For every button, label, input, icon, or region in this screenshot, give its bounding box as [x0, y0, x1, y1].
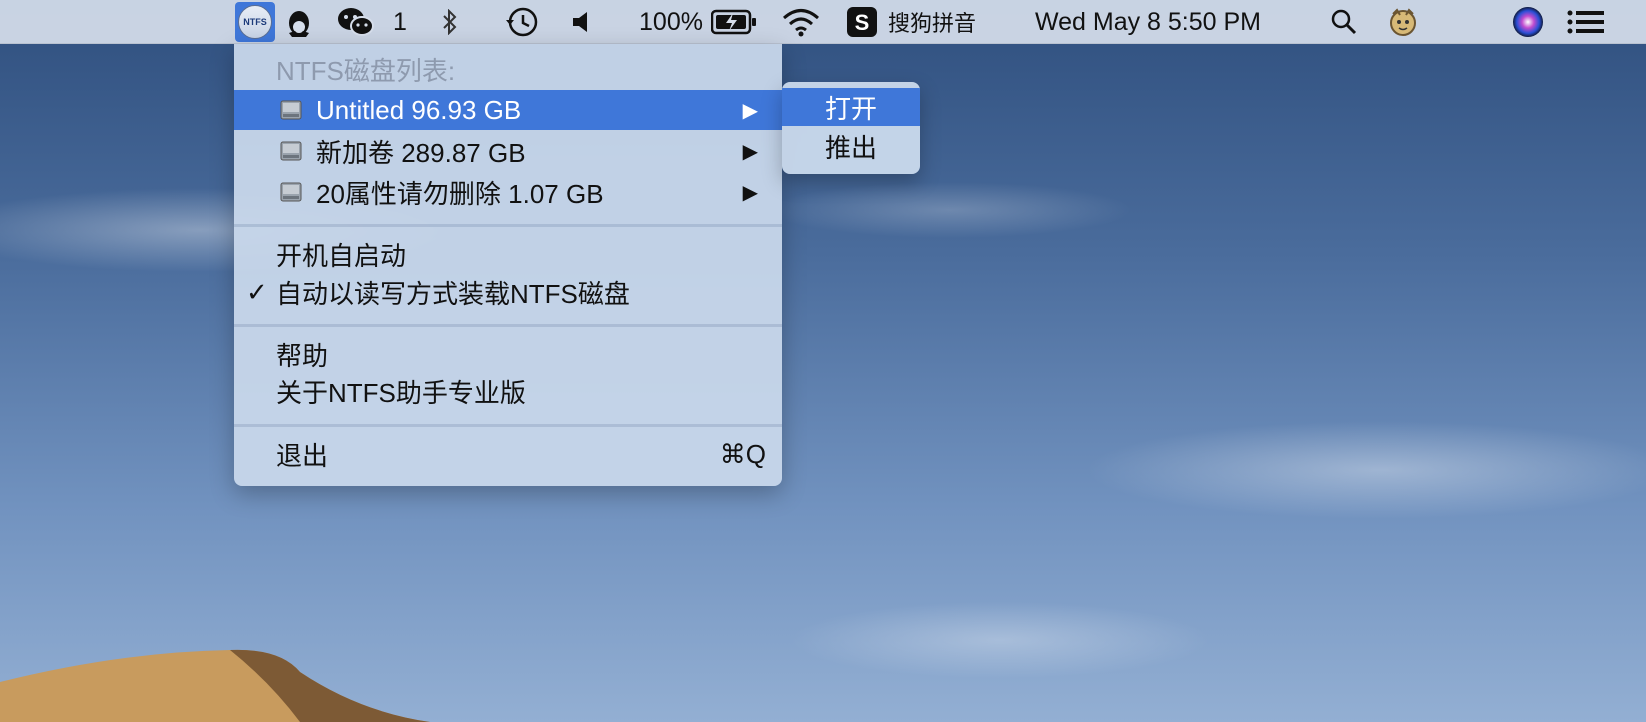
checkmark-icon: ✓: [246, 276, 268, 307]
hard-disk-icon: [280, 182, 302, 202]
spotlight-search-icon[interactable]: [1328, 0, 1360, 44]
sogou-icon[interactable]: S: [846, 0, 878, 44]
avatar-icon[interactable]: [1386, 0, 1420, 44]
sand-dune-image: [0, 649, 430, 722]
disk-label: 新加卷 289.87 GB: [316, 137, 526, 168]
help-label: 帮助: [276, 340, 329, 371]
notification-center-icon[interactable]: [1566, 0, 1606, 44]
disk-label: 20属性请勿删除 1.07 GB: [316, 178, 604, 209]
svg-text:S: S: [855, 10, 870, 35]
help-item[interactable]: 帮助: [234, 334, 782, 374]
ntfs-logo-text: NTFS: [243, 17, 267, 27]
qq-penguin-icon[interactable]: [284, 0, 314, 44]
auto-mount-item[interactable]: ✓ 自动以读写方式装载NTFS磁盘: [234, 272, 782, 312]
time-machine-icon[interactable]: [502, 0, 542, 44]
auto-mount-label: 自动以读写方式装载NTFS磁盘: [276, 278, 630, 309]
ntfs-app-menu-button[interactable]: NTFS: [235, 2, 275, 42]
ntfs-dropdown-menu: NTFS磁盘列表: Untitled 96.93 GB ▶ 新加卷 289.87…: [234, 44, 782, 486]
disk-label: Untitled 96.93 GB: [316, 94, 522, 125]
disk-item-untitled[interactable]: Untitled 96.93 GB ▶: [234, 90, 782, 130]
menu-header-label: NTFS磁盘列表:: [276, 55, 456, 86]
menu-separator: [234, 424, 782, 427]
disk-submenu: 打开 推出: [782, 82, 920, 174]
quit-shortcut: ⌘Q: [719, 438, 766, 469]
bluetooth-icon[interactable]: [436, 0, 464, 44]
wechat-icon[interactable]: [336, 0, 376, 44]
quit-item[interactable]: 退出 ⌘Q: [234, 434, 782, 474]
open-disk-item[interactable]: 打开: [782, 88, 920, 126]
wechat-badge-count: 1: [393, 7, 407, 36]
submenu-arrow-icon: ▶: [742, 140, 758, 163]
battery-percent: 100%: [639, 7, 703, 36]
about-label: 关于NTFS助手专业版: [276, 377, 526, 408]
menu-separator: [234, 324, 782, 327]
hard-disk-icon: [280, 100, 302, 120]
about-item[interactable]: 关于NTFS助手专业版: [234, 371, 782, 411]
quit-label: 退出: [276, 440, 329, 471]
disk-item-20-attr[interactable]: 20属性请勿删除 1.07 GB ▶: [234, 172, 782, 212]
menu-header: NTFS磁盘列表:: [234, 49, 782, 89]
eject-disk-item[interactable]: 推出: [782, 127, 920, 165]
disk-item-xinjiajuan[interactable]: 新加卷 289.87 GB ▶: [234, 131, 782, 171]
menubar-clock[interactable]: Wed May 8 5:50 PM: [1012, 0, 1284, 44]
volume-icon[interactable]: [568, 0, 594, 44]
launch-at-login-item[interactable]: 开机自启动: [234, 234, 782, 274]
siri-icon[interactable]: [1510, 0, 1546, 44]
battery-charging-icon[interactable]: [710, 0, 758, 44]
launch-at-login-label: 开机自启动: [276, 240, 407, 271]
menu-separator: [234, 224, 782, 227]
submenu-arrow-icon: ▶: [742, 99, 758, 122]
hard-disk-icon: [280, 141, 302, 161]
ntfs-app-icon: NTFS: [238, 5, 272, 39]
submenu-arrow-icon: ▶: [742, 181, 758, 204]
input-method-label[interactable]: 搜狗拼音: [886, 0, 978, 44]
eject-disk-label: 推出: [824, 132, 877, 163]
open-disk-label: 打开: [824, 93, 877, 124]
wifi-icon[interactable]: [780, 0, 822, 44]
menu-bar: NTFS 1 100% S 搜狗拼音 Wed May 8 5:50 PM: [0, 0, 1646, 44]
